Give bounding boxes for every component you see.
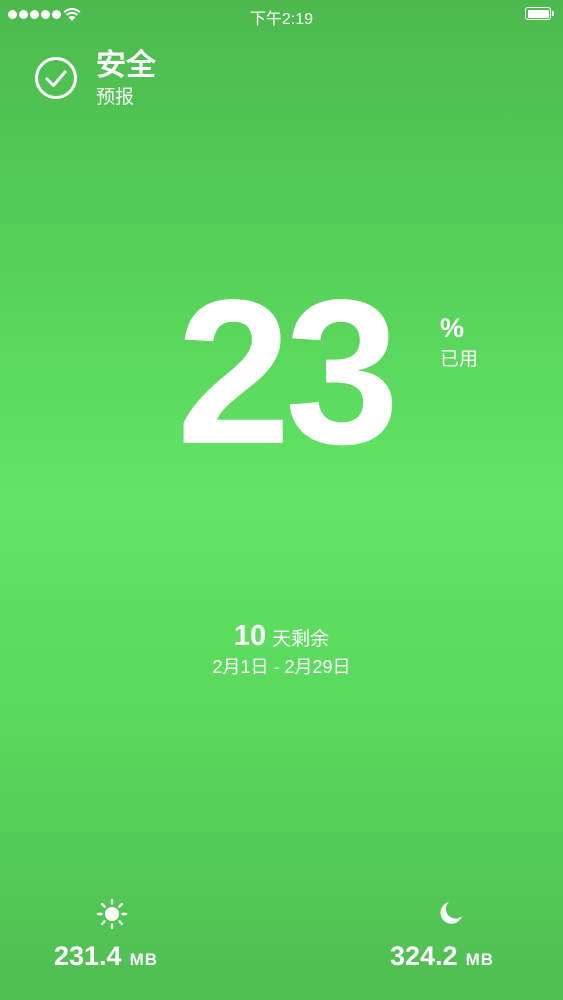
- sun-icon: [96, 898, 128, 930]
- days-remaining: 10 天剩余: [0, 618, 563, 659]
- days-remaining-label: 天剩余: [272, 629, 330, 650]
- days-remaining-count: 10: [233, 620, 267, 652]
- usage-unit: %: [440, 313, 465, 343]
- checkmark-circle-icon: [35, 57, 77, 99]
- billing-period: 2月1日 - 2月29日: [212, 657, 351, 677]
- status-title: 安全: [96, 49, 156, 82]
- battery-icon: [525, 7, 554, 20]
- app-screen: 下午2:19 安全 预报 23 % 已用 10 天剩余 2月1日 - 2月29日 …: [0, 0, 563, 1000]
- daytime-usage-value: 231.4: [54, 941, 122, 971]
- nighttime-usage-unit: MB: [465, 950, 495, 969]
- nighttime-usage-value: 324.2: [390, 941, 458, 971]
- usage-label: 已用: [440, 349, 479, 370]
- status-subtitle: 预报: [96, 87, 135, 108]
- usage-percent: 23: [176, 257, 399, 487]
- daytime-usage: 231.4 MB: [54, 938, 158, 979]
- status-bar: 下午2:19: [0, 0, 563, 30]
- status-time: 下午2:19: [249, 11, 314, 28]
- moon-icon: [440, 902, 462, 924]
- daytime-usage-unit: MB: [129, 950, 159, 969]
- nighttime-usage: 324.2 MB: [390, 938, 494, 979]
